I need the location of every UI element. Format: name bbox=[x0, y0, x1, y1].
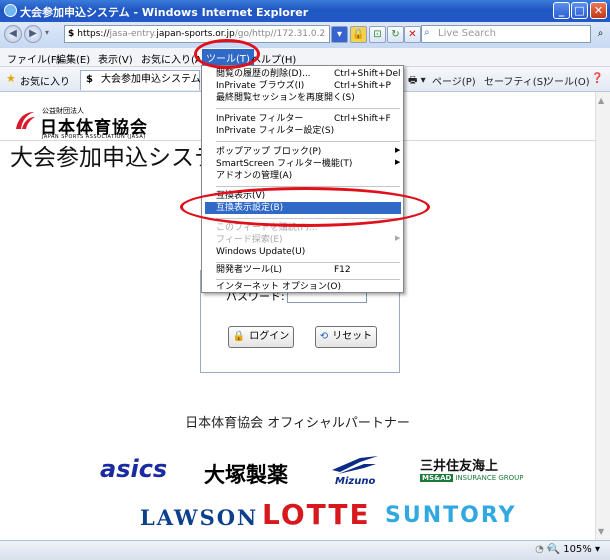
menu-view[interactable]: 表示(V) bbox=[98, 51, 133, 66]
tab-title: 大会参加申込システム bbox=[101, 74, 201, 85]
close-button[interactable]: ✕ bbox=[590, 2, 607, 19]
print-icon[interactable]: 🖶 ▾ bbox=[408, 73, 426, 90]
menu-item-label: InPrivate フィルター bbox=[216, 114, 304, 124]
sponsor-lawson: LAWSON bbox=[140, 505, 259, 530]
back-button[interactable]: ◀ bbox=[4, 25, 22, 43]
scroll-up-icon[interactable]: ▲ bbox=[598, 96, 604, 105]
menu-item-label: 開発者ツール(L) bbox=[216, 265, 283, 275]
submenu-arrow-icon: ▶ bbox=[395, 158, 401, 166]
menu-item-shortcut: Ctrl+Shift+F bbox=[334, 114, 391, 124]
address-scheme: https:// bbox=[77, 29, 110, 39]
compat-view-icon[interactable]: ⊡ bbox=[369, 26, 386, 43]
mizuno-wordmark: Mizuno bbox=[335, 476, 376, 487]
reset-button-label: リセット bbox=[332, 331, 373, 342]
menu-item-developer-tools[interactable]: 開発者ツール(L) F12 bbox=[216, 264, 351, 276]
sponsor-suntory: SUNTORY bbox=[385, 503, 517, 528]
menu-item-manage-addons[interactable]: アドオンの管理(A) bbox=[216, 170, 292, 182]
address-host: japan-sports.or.jp bbox=[156, 29, 235, 39]
window-title: 大会参加申込システム - Windows Internet Explorer bbox=[20, 6, 309, 19]
scroll-down-icon[interactable]: ▼ bbox=[598, 527, 604, 536]
address-toolbar: ◀ ▶ ▾ $ https://jasa-entry.japan-sports.o… bbox=[0, 22, 610, 48]
sponsor-otsuka: 大塚製薬 bbox=[204, 463, 288, 487]
partner-heading: 日本体育協会 オフィシャルパートナー bbox=[185, 416, 410, 431]
annotation-ring-compat-settings bbox=[180, 187, 430, 227]
title-bar: 大会参加申込システム - Windows Internet Explorer _… bbox=[0, 0, 610, 22]
lock-icon[interactable]: 🔒 bbox=[350, 26, 367, 43]
address-dropdown-icon[interactable]: ▾ bbox=[331, 26, 348, 43]
sponsor-lotte: LOTTE bbox=[262, 498, 371, 531]
mizuno-runbird-icon bbox=[332, 456, 378, 474]
cmd-safety[interactable]: セーフティ(S) bbox=[484, 73, 547, 88]
menu-separator bbox=[216, 108, 400, 109]
tab-favicon: $ bbox=[86, 74, 93, 85]
zoom-level[interactable]: 🔍 105% ▾ bbox=[548, 544, 600, 555]
menu-item-shortcut: F12 bbox=[334, 265, 351, 275]
menu-item-reopen-session[interactable]: 最終閲覧セッションを再度開く(S) bbox=[216, 92, 355, 104]
live-search-icon: ⌕ bbox=[424, 27, 430, 38]
msad-text: INSURANCE GROUP bbox=[455, 474, 524, 482]
menu-item-shortcut: Ctrl+Shift+P bbox=[334, 81, 391, 91]
tools-dropdown-menu: 閲覧の履歴の削除(D)... Ctrl+Shift+Del InPrivate ブ… bbox=[201, 65, 404, 293]
menu-item-windows-update[interactable]: Windows Update(U) bbox=[216, 246, 305, 258]
menu-item-popup-blocker[interactable]: ポップアップ ブロック(P) bbox=[216, 146, 321, 158]
history-dropdown-icon[interactable]: ▾ bbox=[45, 28, 49, 37]
menu-item-inprivate-browse[interactable]: InPrivate ブラウズ(I) Ctrl+Shift+P bbox=[216, 80, 391, 92]
sponsor-asics: asics bbox=[100, 455, 168, 483]
address-path: /go/http//172.31.0.2 bbox=[234, 29, 326, 39]
lock-icon: 🔒 bbox=[232, 331, 246, 342]
reset-icon: ⟲ bbox=[319, 331, 329, 342]
favorites-star-icon: ★ bbox=[6, 72, 16, 85]
menu-separator bbox=[216, 279, 400, 280]
menu-item-delete-history[interactable]: 閲覧の履歴の削除(D)... Ctrl+Shift+Del bbox=[216, 68, 401, 80]
menu-item-shortcut: Ctrl+Shift+Del bbox=[334, 69, 401, 79]
favorites-button[interactable]: お気に入り bbox=[20, 73, 70, 88]
cmd-page[interactable]: ページ(P) bbox=[432, 73, 476, 88]
menu-separator bbox=[216, 141, 400, 142]
ssl-icon: $ bbox=[68, 29, 75, 39]
submenu-arrow-icon: ▶ bbox=[395, 146, 401, 154]
sponsor-mizuno: Mizuno bbox=[330, 452, 380, 487]
address-bar[interactable]: $ https://jasa-entry.japan-sports.or.jp/g… bbox=[64, 25, 330, 43]
menu-item-internet-options[interactable]: インターネット オプション(O) bbox=[216, 281, 341, 293]
menu-item-feed-discovery: フィード探索(E) bbox=[216, 235, 283, 245]
menu-item-label: 閲覧の履歴の削除(D)... bbox=[216, 69, 311, 79]
maximize-button[interactable]: □ bbox=[571, 2, 588, 19]
status-bar: ◔ ▾ 🔍 105% ▾ bbox=[0, 540, 610, 560]
help-icon[interactable]: ❓ bbox=[591, 73, 603, 84]
menu-file[interactable]: ファイル(F) bbox=[7, 51, 61, 66]
submenu-arrow-icon: ▶ bbox=[395, 234, 401, 242]
address-host-prefix: jasa-entry. bbox=[109, 29, 157, 39]
sponsor-mitsui: 三井住友海上 bbox=[420, 459, 499, 474]
sponsor-msad: MS&AD INSURANCE GROUP bbox=[420, 474, 524, 482]
ie-logo-icon bbox=[4, 4, 17, 17]
search-input[interactable]: Live Search bbox=[421, 25, 591, 43]
forward-button[interactable]: ▶ bbox=[24, 25, 42, 43]
msad-box: MS&AD bbox=[420, 474, 454, 482]
refresh-icon[interactable]: ↻ bbox=[387, 26, 404, 43]
menu-separator bbox=[216, 262, 400, 263]
reset-button[interactable]: ⟲ リセット bbox=[315, 326, 377, 348]
zoom-value: 105% bbox=[563, 544, 592, 555]
stop-icon[interactable]: ✕ bbox=[404, 26, 421, 43]
menu-item-label: InPrivate ブラウズ(I) bbox=[216, 81, 305, 91]
annotation-ring-tools bbox=[194, 39, 260, 69]
jsa-logo-icon bbox=[16, 112, 35, 129]
tab-current[interactable]: $ 大会参加申込システム bbox=[80, 70, 201, 90]
menu-item-smartscreen[interactable]: SmartScreen フィルター機能(T) bbox=[216, 158, 352, 170]
menu-item-inprivate-filter[interactable]: InPrivate フィルター Ctrl+Shift+F bbox=[216, 113, 391, 125]
login-button-label: ログイン bbox=[249, 331, 290, 342]
minimize-button[interactable]: _ bbox=[553, 2, 570, 19]
cmd-tools[interactable]: ツール(O) bbox=[544, 73, 590, 88]
scrollbar[interactable]: ▲ ▼ bbox=[595, 92, 610, 540]
search-button[interactable]: ⌕ bbox=[593, 25, 608, 43]
menu-item-inprivate-filter-settings[interactable]: InPrivate フィルター設定(S) bbox=[216, 125, 334, 137]
menu-edit[interactable]: 編集(E) bbox=[56, 51, 90, 66]
login-button[interactable]: 🔒 ログイン bbox=[228, 326, 294, 348]
